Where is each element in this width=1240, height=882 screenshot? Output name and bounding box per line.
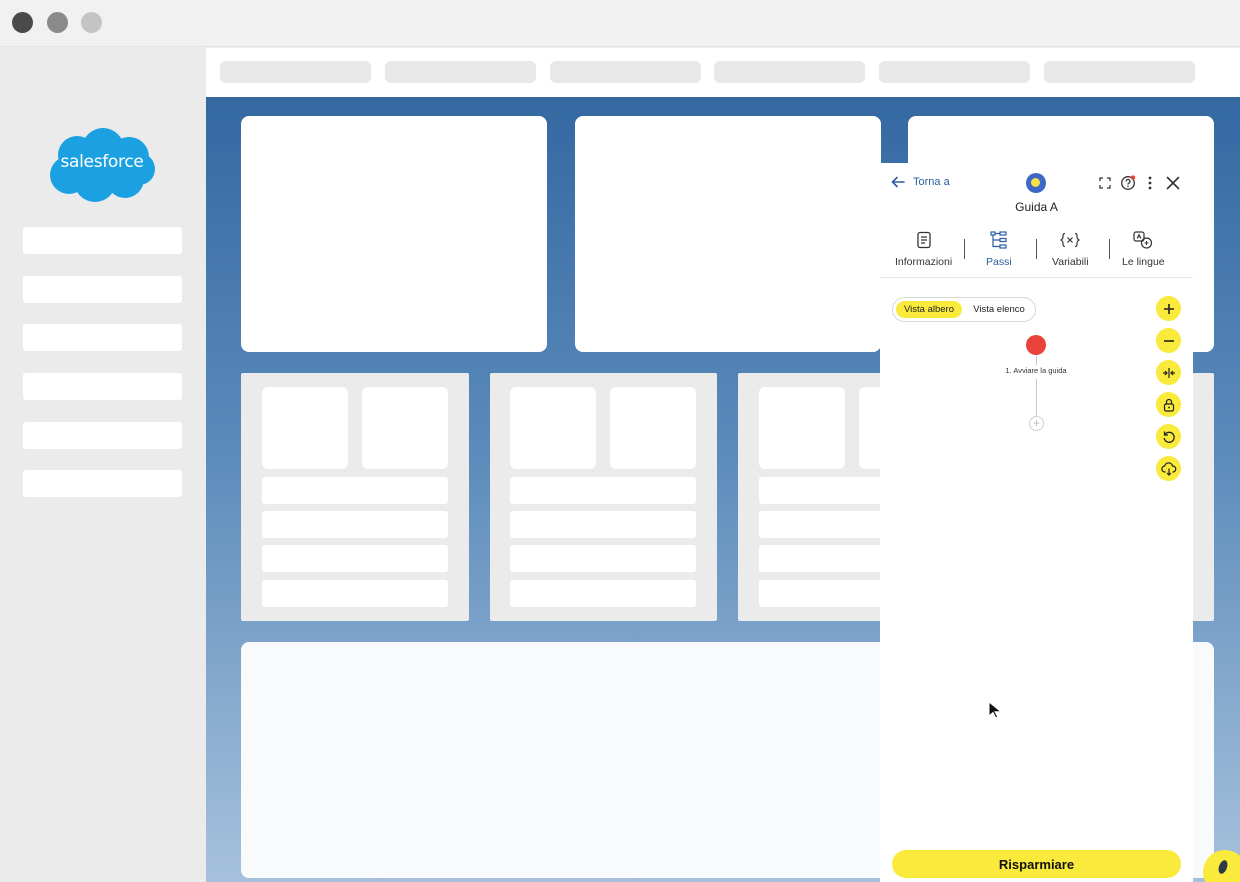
thumbnail [759, 387, 845, 469]
panel-tabs: Informazioni Passi Variabili Le lingue [880, 226, 1193, 278]
list-view-option[interactable]: Vista elenco [965, 301, 1033, 318]
nav-item[interactable] [879, 61, 1030, 83]
sidebar-item[interactable] [23, 227, 182, 254]
cloud-download-icon [1160, 461, 1176, 476]
panel-title: Guida A [1015, 200, 1058, 214]
list-row [262, 511, 448, 538]
variable-icon [1060, 230, 1081, 250]
translate-icon [1133, 230, 1153, 250]
arrow-left-icon [891, 176, 905, 188]
tree-connector [1036, 379, 1037, 416]
nav-item[interactable] [714, 61, 865, 83]
list-row [510, 580, 696, 607]
sidebar-item[interactable] [23, 324, 182, 351]
fit-view-button[interactable] [1156, 360, 1181, 385]
help-icon[interactable] [1120, 175, 1136, 191]
add-step-icon[interactable]: + [1029, 416, 1044, 431]
reset-button[interactable] [1156, 424, 1181, 449]
more-vertical-icon[interactable] [1142, 175, 1158, 191]
salesforce-logo[interactable]: salesforce [47, 127, 157, 203]
list-row [262, 580, 448, 607]
zoom-in-button[interactable] [1156, 296, 1181, 321]
back-link-label: Torna a [913, 176, 950, 188]
thumbnail [262, 387, 348, 469]
view-toggle: Vista albero Vista elenco [892, 297, 1036, 322]
content-card [241, 116, 547, 352]
maximize-window-button[interactable] [81, 12, 102, 33]
thumbnail [362, 387, 448, 469]
lock-icon [1163, 398, 1174, 412]
window-titlebar [0, 0, 1240, 47]
step-label: 1. Avviare la guida [1005, 366, 1067, 375]
plus-icon [1163, 303, 1174, 314]
back-link[interactable]: Torna a [891, 175, 950, 189]
tree-steps-icon [989, 230, 1009, 250]
minimize-window-button[interactable] [47, 12, 68, 33]
thumbnail [610, 387, 696, 469]
tab-divider [964, 239, 965, 259]
grid-card [241, 373, 469, 621]
document-icon [914, 230, 934, 250]
tab-le-lingue[interactable]: Le lingue [1122, 230, 1165, 274]
nav-item[interactable] [385, 61, 536, 83]
top-navigation [206, 48, 1240, 97]
guide-editor-panel: Torna a Guida A Informazioni Passi Varia… [880, 163, 1193, 882]
download-button[interactable] [1156, 456, 1181, 481]
thumbnail [510, 387, 596, 469]
sidebar-item[interactable] [23, 276, 182, 303]
tab-divider [1109, 239, 1110, 259]
nav-item[interactable] [1044, 61, 1195, 83]
list-row [510, 545, 696, 572]
list-row [510, 477, 696, 504]
app-sidebar: salesforce [0, 47, 206, 882]
undo-icon [1163, 431, 1175, 443]
list-row [262, 477, 448, 504]
nav-item[interactable] [220, 61, 371, 83]
tab-passi[interactable]: Passi [986, 230, 1012, 274]
sidebar-item[interactable] [23, 422, 182, 449]
zoom-out-button[interactable] [1156, 328, 1181, 353]
start-step-node[interactable] [1026, 335, 1046, 355]
close-window-button[interactable] [12, 12, 33, 33]
content-card [575, 116, 881, 352]
minus-icon [1163, 339, 1174, 342]
expand-icon[interactable] [1097, 175, 1113, 191]
tab-divider [1036, 239, 1037, 259]
logo-text: salesforce [60, 152, 144, 172]
nav-item[interactable] [550, 61, 701, 83]
lock-button[interactable] [1156, 392, 1181, 417]
sidebar-item[interactable] [23, 373, 182, 400]
tree-view-option[interactable]: Vista albero [896, 301, 962, 318]
sidebar-item[interactable] [23, 470, 182, 497]
save-button[interactable]: Risparmiare [892, 850, 1181, 878]
tab-informazioni[interactable]: Informazioni [895, 230, 952, 274]
close-icon[interactable] [1165, 175, 1181, 191]
list-row [262, 545, 448, 572]
tree-connector [1036, 355, 1037, 365]
grid-card [490, 373, 717, 621]
mouse-cursor-icon [988, 701, 1002, 719]
guide-icon [1026, 173, 1046, 193]
collapse-icon [1162, 367, 1175, 378]
tab-variabili[interactable]: Variabili [1052, 230, 1089, 274]
list-row [510, 511, 696, 538]
